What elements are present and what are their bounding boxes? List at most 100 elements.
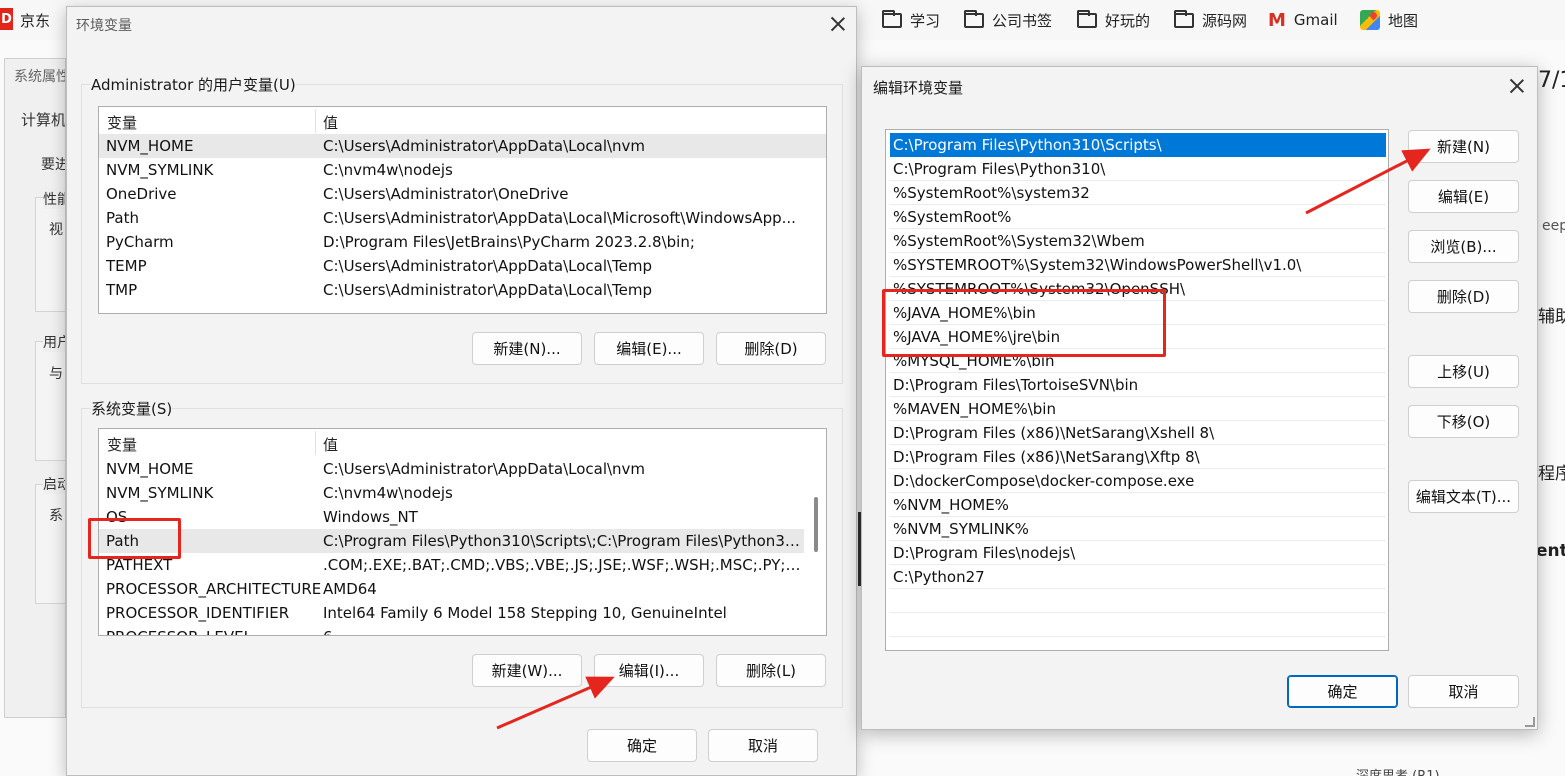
folder-icon <box>882 9 902 28</box>
bookmark-gmail[interactable]: M Gmail <box>1268 9 1338 31</box>
table-row[interactable]: NVM_SYMLINK C:\nvm4w\nodejs <box>99 158 826 182</box>
user-variables-label: Administrator 的用户变量(U) <box>91 74 296 95</box>
bookmark-label: 地图 <box>1388 11 1419 30</box>
new-entry-button[interactable]: 新建(N) <box>1408 130 1519 163</box>
list-item[interactable]: D:\dockerCompose\docker-compose.exe <box>890 469 1386 493</box>
close-icon[interactable] <box>831 17 845 31</box>
path-entry: D:\dockerCompose\docker-compose.exe <box>893 472 1195 490</box>
table-row-path-selected[interactable]: Path C:\Program Files\Python310\Scripts\;… <box>99 529 826 553</box>
scrollbar[interactable] <box>804 429 826 635</box>
bookmark-fun[interactable]: 好玩的 <box>1077 9 1150 31</box>
bookmark-study[interactable]: 学习 <box>882 9 940 31</box>
scrollbar-thumb[interactable] <box>814 497 818 552</box>
user-delete-button[interactable]: 删除(D) <box>716 332 826 365</box>
list-item[interactable]: %NVM_HOME% <box>890 493 1386 517</box>
bookmark-company[interactable]: 公司书签 <box>964 9 1052 31</box>
edit-text-button[interactable]: 编辑文本(T)... <box>1408 480 1519 513</box>
edit-environment-variable-dialog: 编辑环境变量 C:\Program Files\Python310\Script… <box>861 66 1538 730</box>
column-divider[interactable] <box>315 109 316 133</box>
cancel-button[interactable]: 取消 <box>1408 675 1519 708</box>
sysprop-tab[interactable]: 计算机 <box>21 109 65 130</box>
bookmark-maps[interactable]: 地图 <box>1360 9 1418 31</box>
sysprop-perf: 性能 <box>43 189 65 209</box>
system-new-button[interactable]: 新建(W)... <box>472 654 582 687</box>
folder-icon <box>1077 9 1097 28</box>
bg-text-fragment: 深度思考 (R1) <box>1356 765 1440 776</box>
list-item[interactable]: %SystemRoot%\system32 <box>890 181 1386 205</box>
system-variables-list[interactable]: 变量 值 NVM_HOME C:\Users\Administrator\AppD… <box>98 428 827 636</box>
table-row[interactable]: Path C:\Users\Administrator\AppData\Local… <box>99 206 826 230</box>
list-header: 变量 值 <box>99 107 826 134</box>
bookmark-label: 公司书签 <box>992 11 1053 30</box>
browse-button[interactable]: 浏览(B)... <box>1408 230 1519 263</box>
list-item[interactable]: C:\Program Files\Python310\Scripts\ <box>890 133 1386 157</box>
list-item[interactable]: %NVM_SYMLINK% <box>890 517 1386 541</box>
close-icon[interactable] <box>1510 79 1524 93</box>
bg-text-fragment: 程序 <box>1538 464 1565 484</box>
ok-button[interactable]: 确定 <box>1287 675 1398 708</box>
table-row[interactable]: PyCharm D:\Program Files\JetBrains\PyChar… <box>99 230 826 254</box>
highlight-java-entries-box <box>882 289 1166 357</box>
path-entry: D:\Program Files (x86)\NetSarang\Xshell … <box>893 424 1215 442</box>
sysprop-startup: 启动 <box>43 474 65 494</box>
dialog-title: 环境变量 <box>76 18 132 34</box>
list-item[interactable]: C:\Python27 <box>890 565 1386 589</box>
resize-grip-icon[interactable] <box>1525 717 1535 727</box>
table-row[interactable]: PATHEXT .COM;.EXE;.BAT;.CMD;.VBS;.VBE;.JS… <box>99 553 826 577</box>
user-edit-button[interactable]: 编辑(E)... <box>594 332 704 365</box>
column-header-value[interactable]: 值 <box>323 434 338 455</box>
list-item[interactable]: D:\Program Files\TortoiseSVN\bin <box>890 373 1386 397</box>
user-variables-list[interactable]: 变量 值 NVM_HOME C:\Users\Administrator\AppD… <box>98 106 827 314</box>
move-down-button[interactable]: 下移(O) <box>1408 405 1519 438</box>
list-item[interactable]: D:\Program Files\nodejs\ <box>890 541 1386 565</box>
move-up-button[interactable]: 上移(U) <box>1408 355 1519 388</box>
list-item[interactable]: D:\Program Files (x86)\NetSarang\Xshell … <box>890 421 1386 445</box>
column-header-name[interactable]: 变量 <box>107 434 137 455</box>
column-divider[interactable] <box>315 431 316 455</box>
column-header-value[interactable]: 值 <box>323 112 338 133</box>
path-entry: %MAVEN_HOME%\bin <box>893 400 1056 418</box>
list-item[interactable]: %MAVEN_HOME%\bin <box>890 397 1386 421</box>
var-name: TMP <box>106 281 138 299</box>
column-header-name[interactable]: 变量 <box>107 112 137 133</box>
path-entry: %SYSTEMROOT%\System32\WindowsPowerShell\… <box>893 256 1302 274</box>
ok-button[interactable]: 确定 <box>587 729 697 762</box>
table-row[interactable]: PROCESSOR_ARCHITECTURE AMD64 <box>99 577 826 601</box>
table-row[interactable]: TEMP C:\Users\Administrator\AppData\Local… <box>99 254 826 278</box>
list-item[interactable]: D:\Program Files (x86)\NetSarang\Xftp 8\ <box>890 445 1386 469</box>
path-entries-list[interactable]: C:\Program Files\Python310\Scripts\ C:\P… <box>885 129 1389 651</box>
var-value: D:\Program Files\JetBrains\PyCharm 2023.… <box>323 233 695 251</box>
path-entry: %SystemRoot%\System32\Wbem <box>893 232 1145 250</box>
sysprop-startup-box <box>35 484 65 604</box>
edit-entry-button[interactable]: 编辑(E) <box>1408 180 1519 213</box>
table-row[interactable]: TMP C:\Users\Administrator\AppData\Local\… <box>99 278 826 302</box>
table-row[interactable]: OS Windows_NT <box>99 505 826 529</box>
cancel-button[interactable]: 取消 <box>708 729 818 762</box>
table-row[interactable]: NVM_HOME C:\Users\Administrator\AppData\L… <box>99 134 826 158</box>
var-name: OneDrive <box>106 185 177 203</box>
user-new-button[interactable]: 新建(N)... <box>472 332 582 365</box>
table-row[interactable]: PROCESSOR_IDENTIFIER Intel64 Family 6 Mod… <box>99 601 826 625</box>
path-entry: C:\Python27 <box>893 568 985 586</box>
list-item[interactable]: %SystemRoot% <box>890 205 1386 229</box>
system-edit-button[interactable]: 编辑(I)... <box>594 654 704 687</box>
table-row[interactable]: OneDrive C:\Users\Administrator\OneDrive <box>99 182 826 206</box>
var-name: PyCharm <box>106 233 174 251</box>
list-item-empty[interactable] <box>890 613 1386 637</box>
table-row[interactable]: NVM_HOME C:\Users\Administrator\AppData\L… <box>99 457 826 481</box>
list-item[interactable]: %SYSTEMROOT%\System32\WindowsPowerShell\… <box>890 253 1386 277</box>
var-value: C:\Users\Administrator\OneDrive <box>323 185 569 203</box>
list-item[interactable]: %SystemRoot%\System32\Wbem <box>890 229 1386 253</box>
list-item[interactable]: C:\Program Files\Python310\ <box>890 157 1386 181</box>
dialog-title: 编辑环境变量 <box>873 79 964 97</box>
bookmark-jd[interactable]: 京东 <box>20 10 50 31</box>
environment-variables-dialog: 环境变量 Administrator 的用户变量(U) 变量 值 NVM_HOM… <box>66 6 857 776</box>
list-item-empty[interactable] <box>890 589 1386 613</box>
bookmark-source[interactable]: 源码网 <box>1174 9 1247 31</box>
table-row[interactable]: NVM_SYMLINK C:\nvm4w\nodejs <box>99 481 826 505</box>
delete-entry-button[interactable]: 删除(D) <box>1408 280 1519 313</box>
system-delete-button[interactable]: 删除(L) <box>716 654 826 687</box>
path-entry: %SystemRoot% <box>893 208 1012 226</box>
table-row[interactable]: PROCESSOR_LEVEL 6 <box>99 625 826 635</box>
sysprop-text: 要进 <box>41 157 65 173</box>
